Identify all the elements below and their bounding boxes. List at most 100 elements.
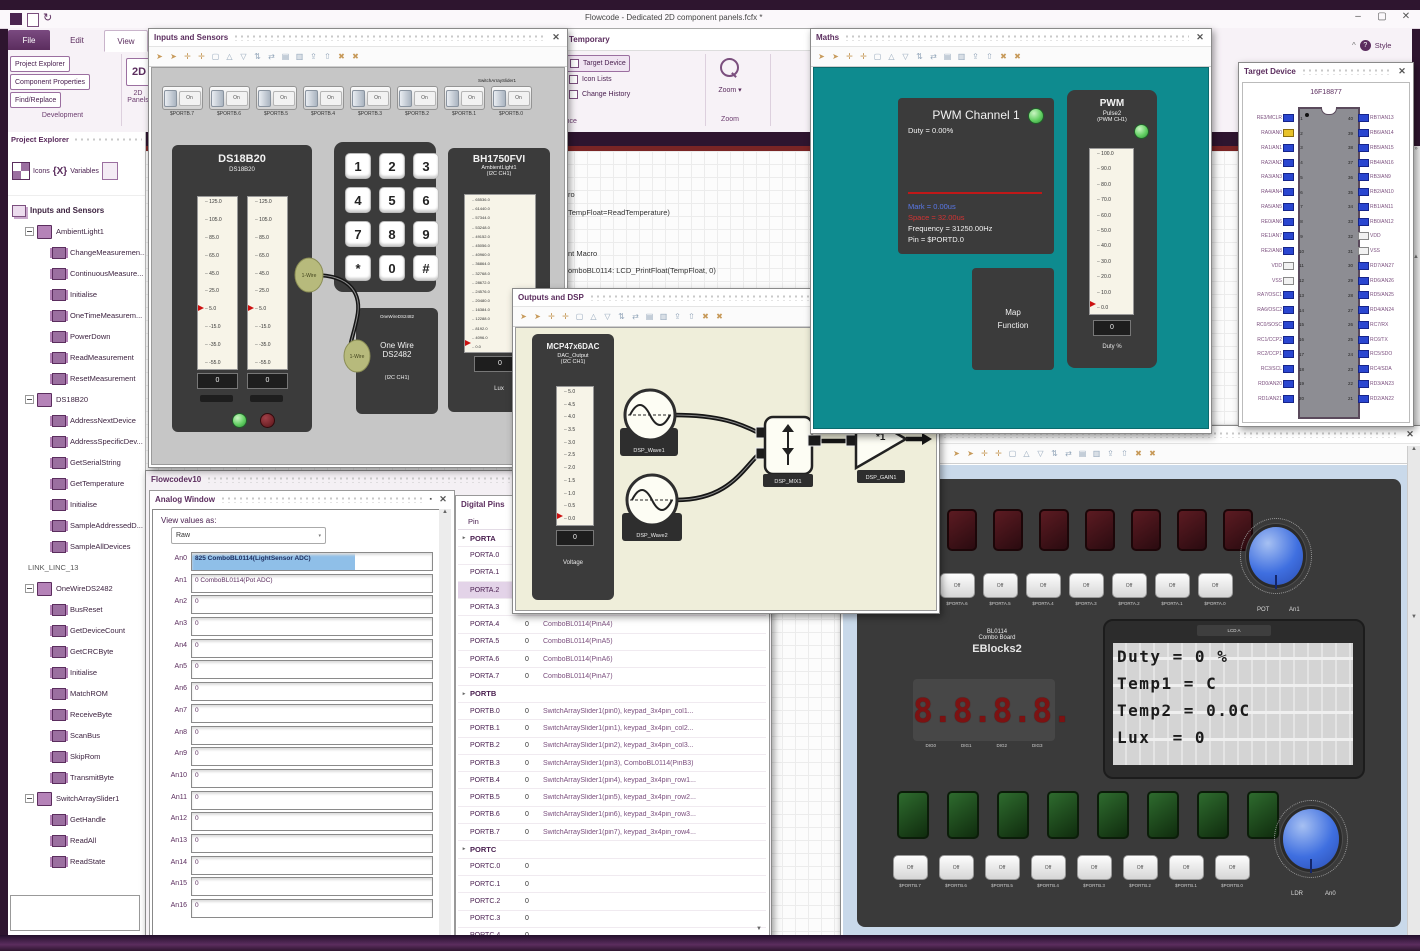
right-pin-label[interactable]: RC7/RX: [1370, 322, 1407, 328]
minimize-button[interactable]: –: [1348, 11, 1368, 22]
ribbon-tab[interactable]: File: [8, 30, 50, 50]
tree-item[interactable]: SkipRom: [12, 746, 145, 767]
tree-item[interactable]: AmbientLight1: [12, 221, 145, 242]
portb-switch[interactable]: Off: [1168, 855, 1204, 880]
toolbar-icon[interactable]: ⇅: [1049, 448, 1060, 460]
tree-item[interactable]: ReadAll: [12, 830, 145, 851]
toolbar-icon[interactable]: ⇧: [322, 51, 333, 63]
portb-switch[interactable]: Off: [984, 855, 1020, 880]
toolbar-icon[interactable]: ▥: [658, 311, 669, 323]
ds18b20-block[interactable]: DS18B20 DS18B20 125.0105.085.065.045.025…: [172, 145, 312, 432]
right-pin-label[interactable]: VDD: [1370, 233, 1407, 239]
right-pin-label[interactable]: RD3/AN23: [1370, 381, 1407, 387]
analog-value-field[interactable]: 825 ComboBL0114(LightSensor ADC): [191, 552, 433, 571]
view-toggle[interactable]: Icon Lists: [566, 72, 615, 87]
toolbar-icon[interactable]: ⇪: [308, 51, 319, 63]
slide-switch[interactable]: On: [208, 86, 250, 110]
toolbar-icon[interactable]: ⇄: [1063, 448, 1074, 460]
right-pin-pad[interactable]: [1358, 114, 1369, 123]
right-pin-pad[interactable]: [1358, 379, 1369, 388]
toolbar-icon[interactable]: ➤: [965, 448, 976, 460]
left-pin-pad[interactable]: [1283, 379, 1294, 388]
toolbar-icon[interactable]: ➤: [951, 448, 962, 460]
tree-item[interactable]: ScanBus: [12, 725, 145, 746]
right-pin-label[interactable]: VSS: [1370, 248, 1407, 254]
right-pin-pad[interactable]: [1358, 306, 1369, 315]
icons-tab-icon[interactable]: [12, 162, 30, 180]
expander-icon[interactable]: [25, 227, 34, 236]
toolbar-icon[interactable]: ✛: [979, 448, 990, 460]
left-pin-label[interactable]: RA6/OSC2: [1245, 307, 1282, 313]
right-pin-label[interactable]: RC5/SDO: [1370, 351, 1407, 357]
left-pin-label[interactable]: RD0/AN20: [1245, 381, 1282, 387]
analog-value-field[interactable]: 0: [191, 638, 433, 658]
analog-value-field[interactable]: 0: [191, 877, 433, 897]
development-button[interactable]: Component Properties: [10, 74, 91, 90]
right-pin-pad[interactable]: [1358, 188, 1369, 197]
tree-item[interactable]: SwitchArraySlider1: [12, 788, 145, 809]
keypad-key[interactable]: 7: [345, 221, 371, 247]
toolbar-icon[interactable]: ✖: [700, 311, 711, 323]
switch-knob[interactable]: [210, 89, 224, 107]
tree-item[interactable]: BusReset: [12, 599, 145, 620]
toolbar-icon[interactable]: ▢: [872, 51, 883, 63]
left-pin-pad[interactable]: [1283, 232, 1294, 241]
expander-icon[interactable]: [25, 584, 34, 593]
digital-pin-row[interactable]: PORTB.2 0 SwitchArraySlider1(pin2), keyp…: [458, 738, 766, 755]
toolbar-icon[interactable]: △: [1021, 448, 1032, 460]
left-pin-pad[interactable]: [1283, 320, 1294, 329]
analog-value-field[interactable]: 0: [191, 660, 433, 680]
left-pin-pad[interactable]: [1283, 173, 1294, 182]
analog-value-field[interactable]: 0: [191, 899, 433, 918]
digital-pin-row[interactable]: PORTC: [458, 841, 766, 859]
digital-pin-row[interactable]: PORTB.6 0 SwitchArraySlider1(pin6), keyp…: [458, 807, 766, 825]
porta-switch[interactable]: Off: [1197, 573, 1233, 598]
toolbar-icon[interactable]: ⇅: [616, 311, 627, 323]
onewire-block[interactable]: OneWireDS2482 One Wire DS2482 (I2C CH1): [356, 308, 438, 414]
expander-icon[interactable]: [25, 794, 34, 803]
analog-value-field[interactable]: 0 ComboBL0114(Pot ADC): [191, 573, 433, 593]
ribbon-tab[interactable]: View: [104, 30, 148, 52]
keypad-key[interactable]: 2: [379, 153, 405, 179]
switch-knob[interactable]: [163, 89, 177, 107]
undo-icon[interactable]: ↻: [43, 11, 52, 24]
keypad-key[interactable]: 4: [345, 187, 371, 213]
tree-item[interactable]: GetSerialString: [12, 452, 145, 473]
right-pin-pad[interactable]: [1358, 247, 1369, 256]
toolbar-icon[interactable]: ▥: [1091, 448, 1102, 460]
tree-item[interactable]: ChangeMeasuremen...: [12, 242, 145, 263]
toolbar-icon[interactable]: ⇄: [928, 51, 939, 63]
toolbar-icon[interactable]: ➤: [816, 51, 827, 63]
tree-item[interactable]: MatchROM: [12, 683, 145, 704]
toolbar-icon[interactable]: ⇪: [1105, 448, 1116, 460]
left-pin-label[interactable]: RD1/AN21: [1245, 396, 1282, 402]
left-pin-pad[interactable]: [1283, 335, 1294, 344]
right-pin-pad[interactable]: [1358, 232, 1369, 241]
tree-item[interactable]: AddressSpecificDev...: [12, 431, 145, 452]
toolbar-icon[interactable]: ⇧: [984, 51, 995, 63]
right-pin-pad[interactable]: [1358, 394, 1369, 403]
right-pin-pad[interactable]: [1358, 320, 1369, 329]
style-button[interactable]: Style: [1375, 41, 1392, 50]
help-icon[interactable]: ?: [1359, 40, 1371, 51]
left-pin-label[interactable]: RA2/AN2: [1245, 160, 1282, 166]
right-pin-pad[interactable]: [1358, 276, 1369, 285]
keypad-key[interactable]: 0: [379, 255, 405, 281]
toolbar-icon[interactable]: ✛: [993, 448, 1004, 460]
slide-switch[interactable]: On: [349, 86, 391, 110]
left-pin-label[interactable]: RC3/SCL: [1245, 366, 1282, 372]
analog-value-field[interactable]: 0: [191, 747, 433, 767]
left-pin-label[interactable]: RC0/SOSC: [1245, 322, 1282, 328]
left-pin-pad[interactable]: [1283, 202, 1294, 211]
left-pin-pad[interactable]: [1283, 306, 1294, 315]
slide-switch[interactable]: On: [161, 86, 203, 110]
porta-switch[interactable]: Off: [982, 573, 1018, 598]
left-pin-pad[interactable]: [1283, 261, 1294, 270]
keypad-key[interactable]: 1: [345, 153, 371, 179]
toolbar-icon[interactable]: ▤: [1077, 448, 1088, 460]
tree-item[interactable]: GetCRCByte: [12, 641, 145, 662]
close-icon[interactable]: ✕: [1396, 66, 1408, 77]
variables-tab[interactable]: Variables: [70, 168, 99, 175]
right-pin-label[interactable]: RB7/AN13: [1370, 115, 1407, 121]
tree-item[interactable]: Initialise: [12, 494, 145, 515]
